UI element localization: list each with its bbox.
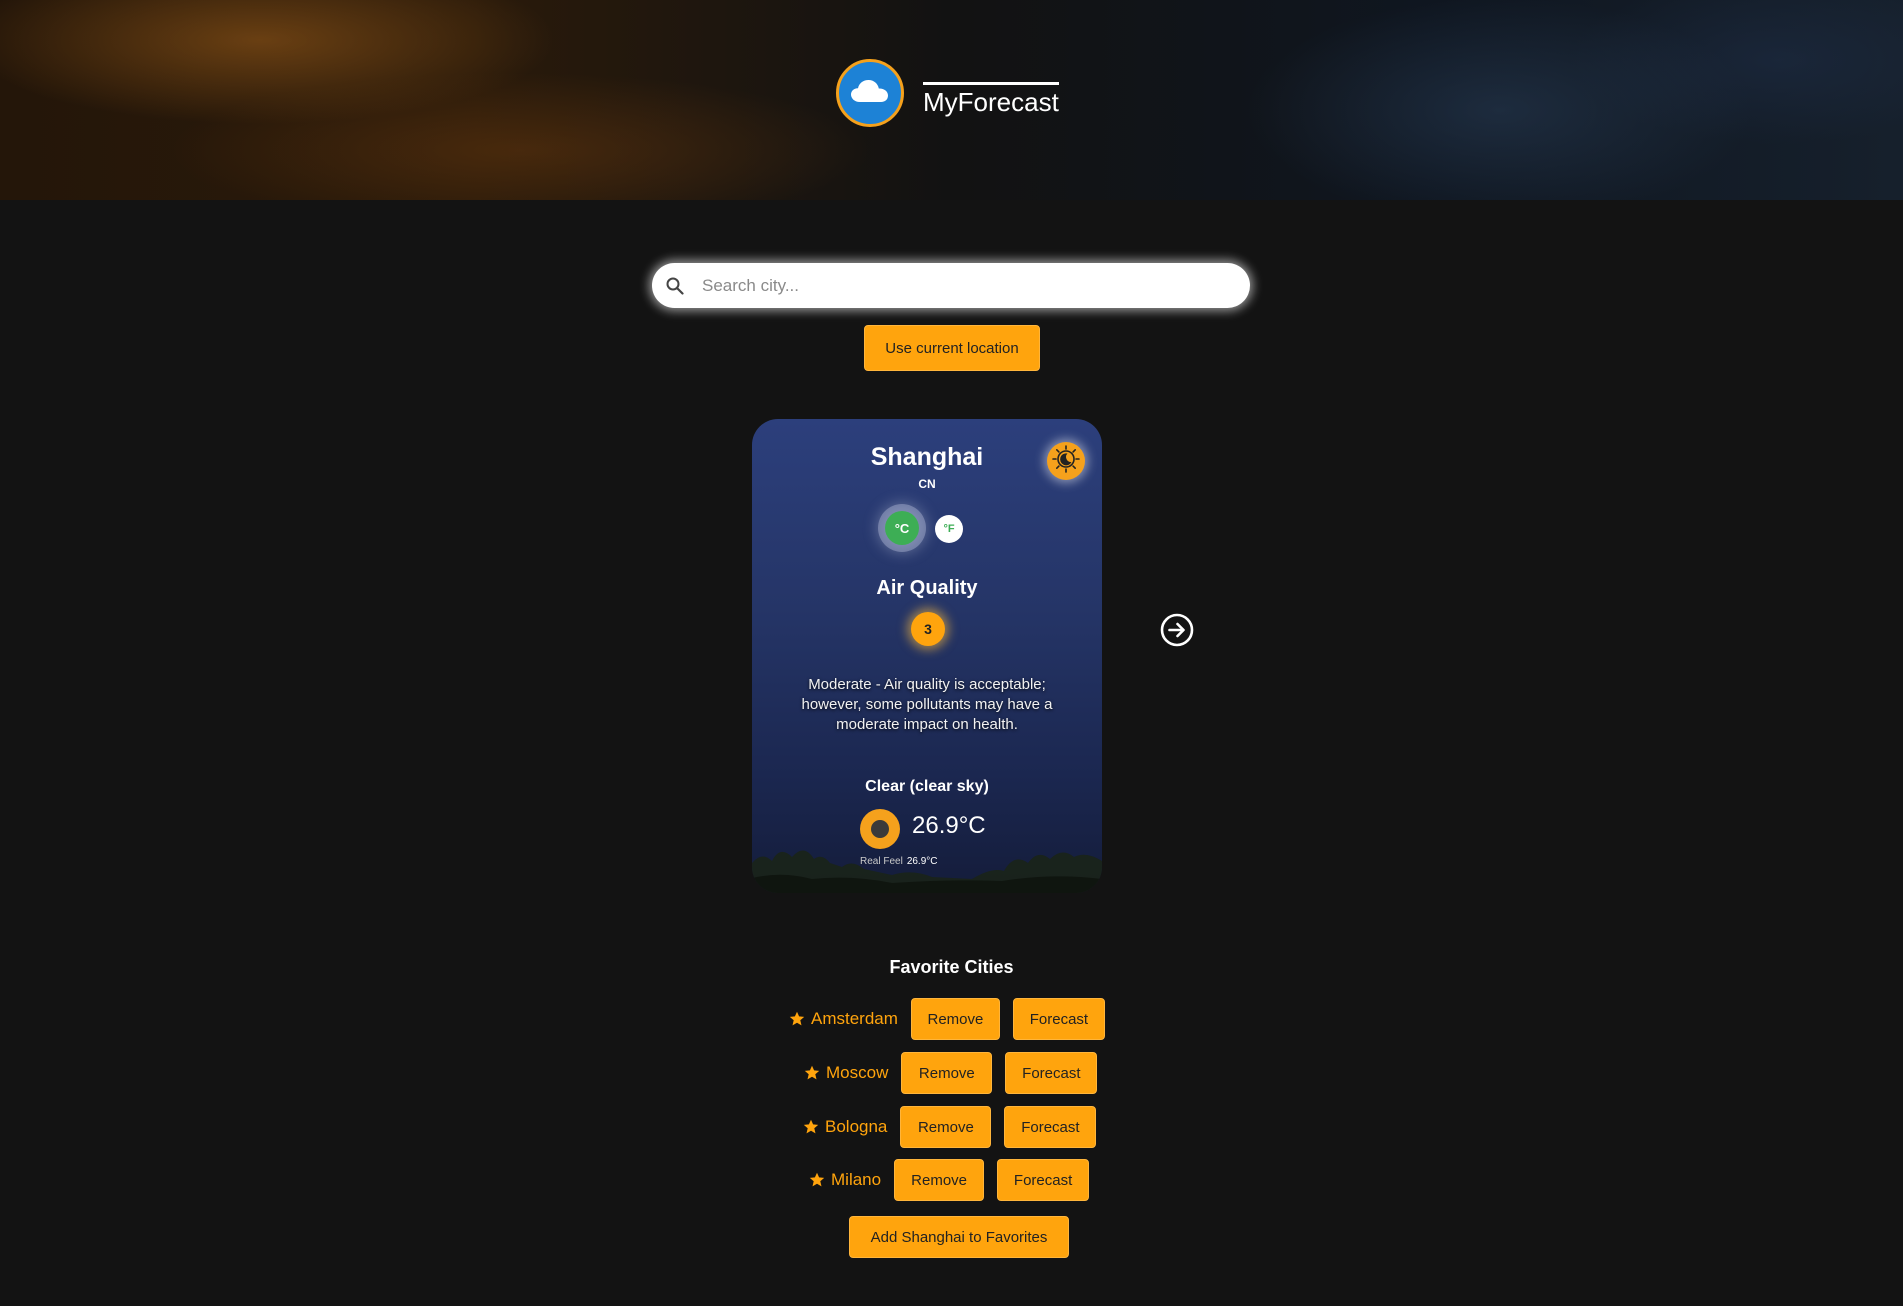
air-quality-description: Moderate - Air quality is acceptable; ho… — [801, 676, 1053, 733]
cloud-icon — [850, 78, 890, 108]
star-icon — [804, 1065, 820, 1081]
favorite-city-name: Bologna — [825, 1117, 888, 1136]
next-card-button[interactable] — [1160, 613, 1194, 651]
favorite-row: Amsterdam Remove Forecast — [789, 998, 1105, 1040]
remove-favorite-button[interactable]: Remove — [900, 1106, 992, 1148]
real-feel: Real Feel 26.9°C — [860, 856, 938, 867]
country-code: CN — [918, 477, 936, 491]
favorite-city-name: Amsterdam — [811, 1009, 898, 1028]
real-feel-label: Real Feel — [860, 856, 903, 867]
favorite-city: Amsterdam — [789, 1009, 898, 1029]
star-icon — [803, 1119, 819, 1135]
sun-moon-icon — [1051, 444, 1081, 478]
app-title: MyForecast — [923, 82, 1059, 115]
theme-toggle-button[interactable] — [1047, 442, 1085, 480]
fahrenheit-toggle[interactable]: °F — [935, 515, 963, 543]
star-icon — [789, 1011, 805, 1027]
remove-favorite-button[interactable]: Remove — [901, 1052, 993, 1094]
temperature-value: 26.9°C — [912, 812, 986, 839]
app-logo — [836, 59, 904, 127]
use-current-location-button[interactable]: Use current location — [864, 325, 1040, 371]
air-quality-title: Air Quality — [876, 577, 978, 599]
real-feel-value: 26.9°C — [906, 856, 938, 867]
favorites-title: Favorite Cities — [889, 957, 1014, 977]
air-quality-index-badge: 3 — [911, 612, 945, 646]
arrow-right-circle-icon — [1160, 613, 1194, 651]
forecast-button[interactable]: Forecast — [1012, 998, 1105, 1040]
favorite-city: Bologna — [803, 1117, 887, 1137]
forecast-button[interactable]: Forecast — [997, 1159, 1090, 1201]
celsius-toggle[interactable]: °C — [885, 511, 919, 545]
favorite-city-name: Moscow — [826, 1063, 889, 1082]
favorite-city: Moscow — [804, 1063, 888, 1083]
favorite-row: Moscow Remove Forecast — [804, 1052, 1098, 1094]
search-icon — [664, 275, 686, 297]
favorite-city: Milano — [809, 1170, 881, 1190]
remove-favorite-button[interactable]: Remove — [910, 998, 1000, 1040]
remove-favorite-button[interactable]: Remove — [894, 1159, 985, 1201]
favorite-city-name: Milano — [831, 1170, 882, 1189]
search-bar[interactable] — [652, 263, 1250, 308]
weather-condition: Clear (clear sky) — [865, 778, 989, 795]
header-banner: MyForecast — [0, 0, 1903, 200]
favorite-row: Bologna Remove Forecast — [803, 1106, 1097, 1148]
forecast-button[interactable]: Forecast — [1005, 1052, 1098, 1094]
favorite-row: Milano Remove Forecast — [809, 1159, 1090, 1201]
search-input[interactable] — [700, 274, 1224, 297]
clear-sky-icon — [860, 809, 900, 849]
weather-card: Shanghai CN °C °F Air Quality 3 Moderate… — [752, 419, 1102, 893]
add-to-favorites-button[interactable]: Add Shanghai to Favorites — [849, 1216, 1069, 1258]
star-icon — [809, 1172, 825, 1188]
forecast-button[interactable]: Forecast — [1004, 1106, 1097, 1148]
